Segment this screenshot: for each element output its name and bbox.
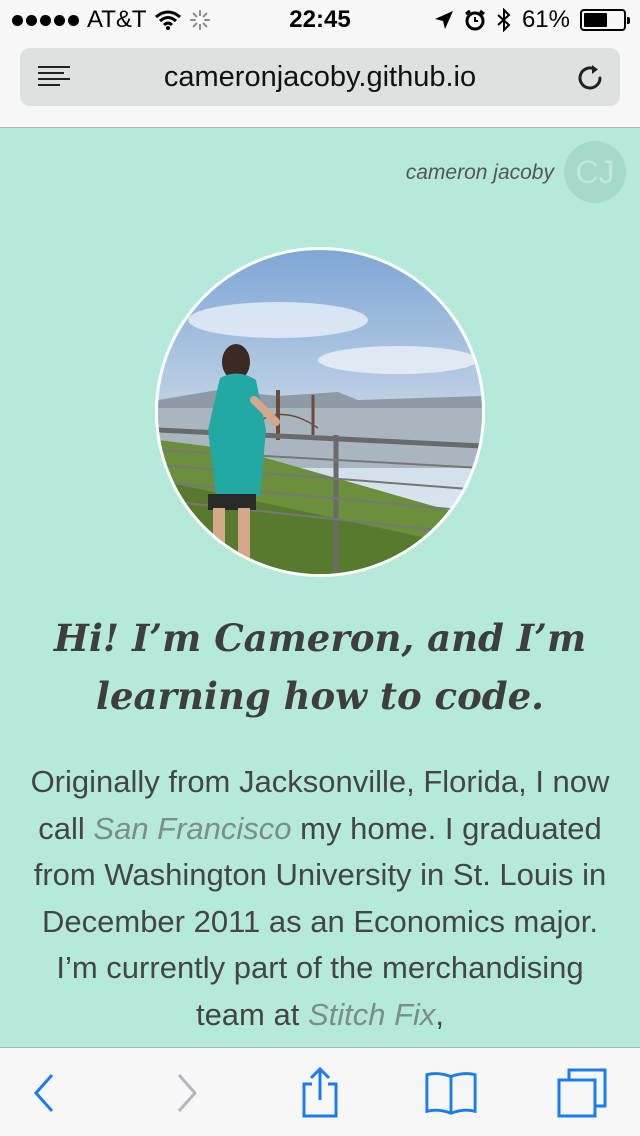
brand-name-link[interactable]: cameron jacoby [406,161,554,185]
page-headline: Hi! I’m Cameron, and I’m learning how to… [53,616,587,718]
bio-paragraph: Originally from Jacksonville, Florida, I… [30,759,610,1038]
status-left: AT&T [12,0,211,40]
share-button[interactable] [293,1066,347,1120]
url-text[interactable]: cameronjacoby.github.io [90,48,550,106]
stitch-fix-link[interactable]: Stitch Fix [308,997,435,1032]
forward-button[interactable] [160,1066,214,1120]
loading-spinner-icon [189,10,210,30]
tabs-button[interactable] [555,1066,609,1120]
reload-icon[interactable] [574,62,606,94]
back-icon[interactable] [30,1071,58,1115]
page-content: cameron jacoby CJ Hi! I’m Cameron, and I… [0,129,640,1047]
alarm-icon [465,9,485,31]
bookmarks-icon[interactable] [424,1068,478,1118]
bio-text-3: , [435,996,445,1032]
signal-dots-icon [12,14,79,26]
battery-icon [580,9,630,31]
forward-icon[interactable] [173,1071,201,1115]
san-francisco-link[interactable]: San Francisco [93,811,291,846]
share-icon[interactable] [298,1066,342,1120]
profile-photo [155,247,485,577]
status-right: 61% [434,0,630,40]
address-bar[interactable]: cameronjacoby.github.io [20,48,620,106]
battery-percent: 61% [521,6,570,33]
tabs-icon[interactable] [555,1066,609,1120]
brand-logo[interactable]: CJ [564,141,626,203]
back-button[interactable] [17,1066,71,1120]
bluetooth-icon [497,8,511,32]
reader-mode-icon[interactable] [38,66,70,88]
browser-address-area: cameronjacoby.github.io [0,40,640,128]
wifi-icon [154,10,181,30]
location-arrow-icon [434,11,453,29]
battery-fill [584,13,608,27]
bookmarks-button[interactable] [424,1066,478,1120]
carrier-name: AT&T [87,6,147,33]
status-bar: AT&T 22:45 61% [0,0,640,40]
browser-toolbar [0,1047,640,1136]
